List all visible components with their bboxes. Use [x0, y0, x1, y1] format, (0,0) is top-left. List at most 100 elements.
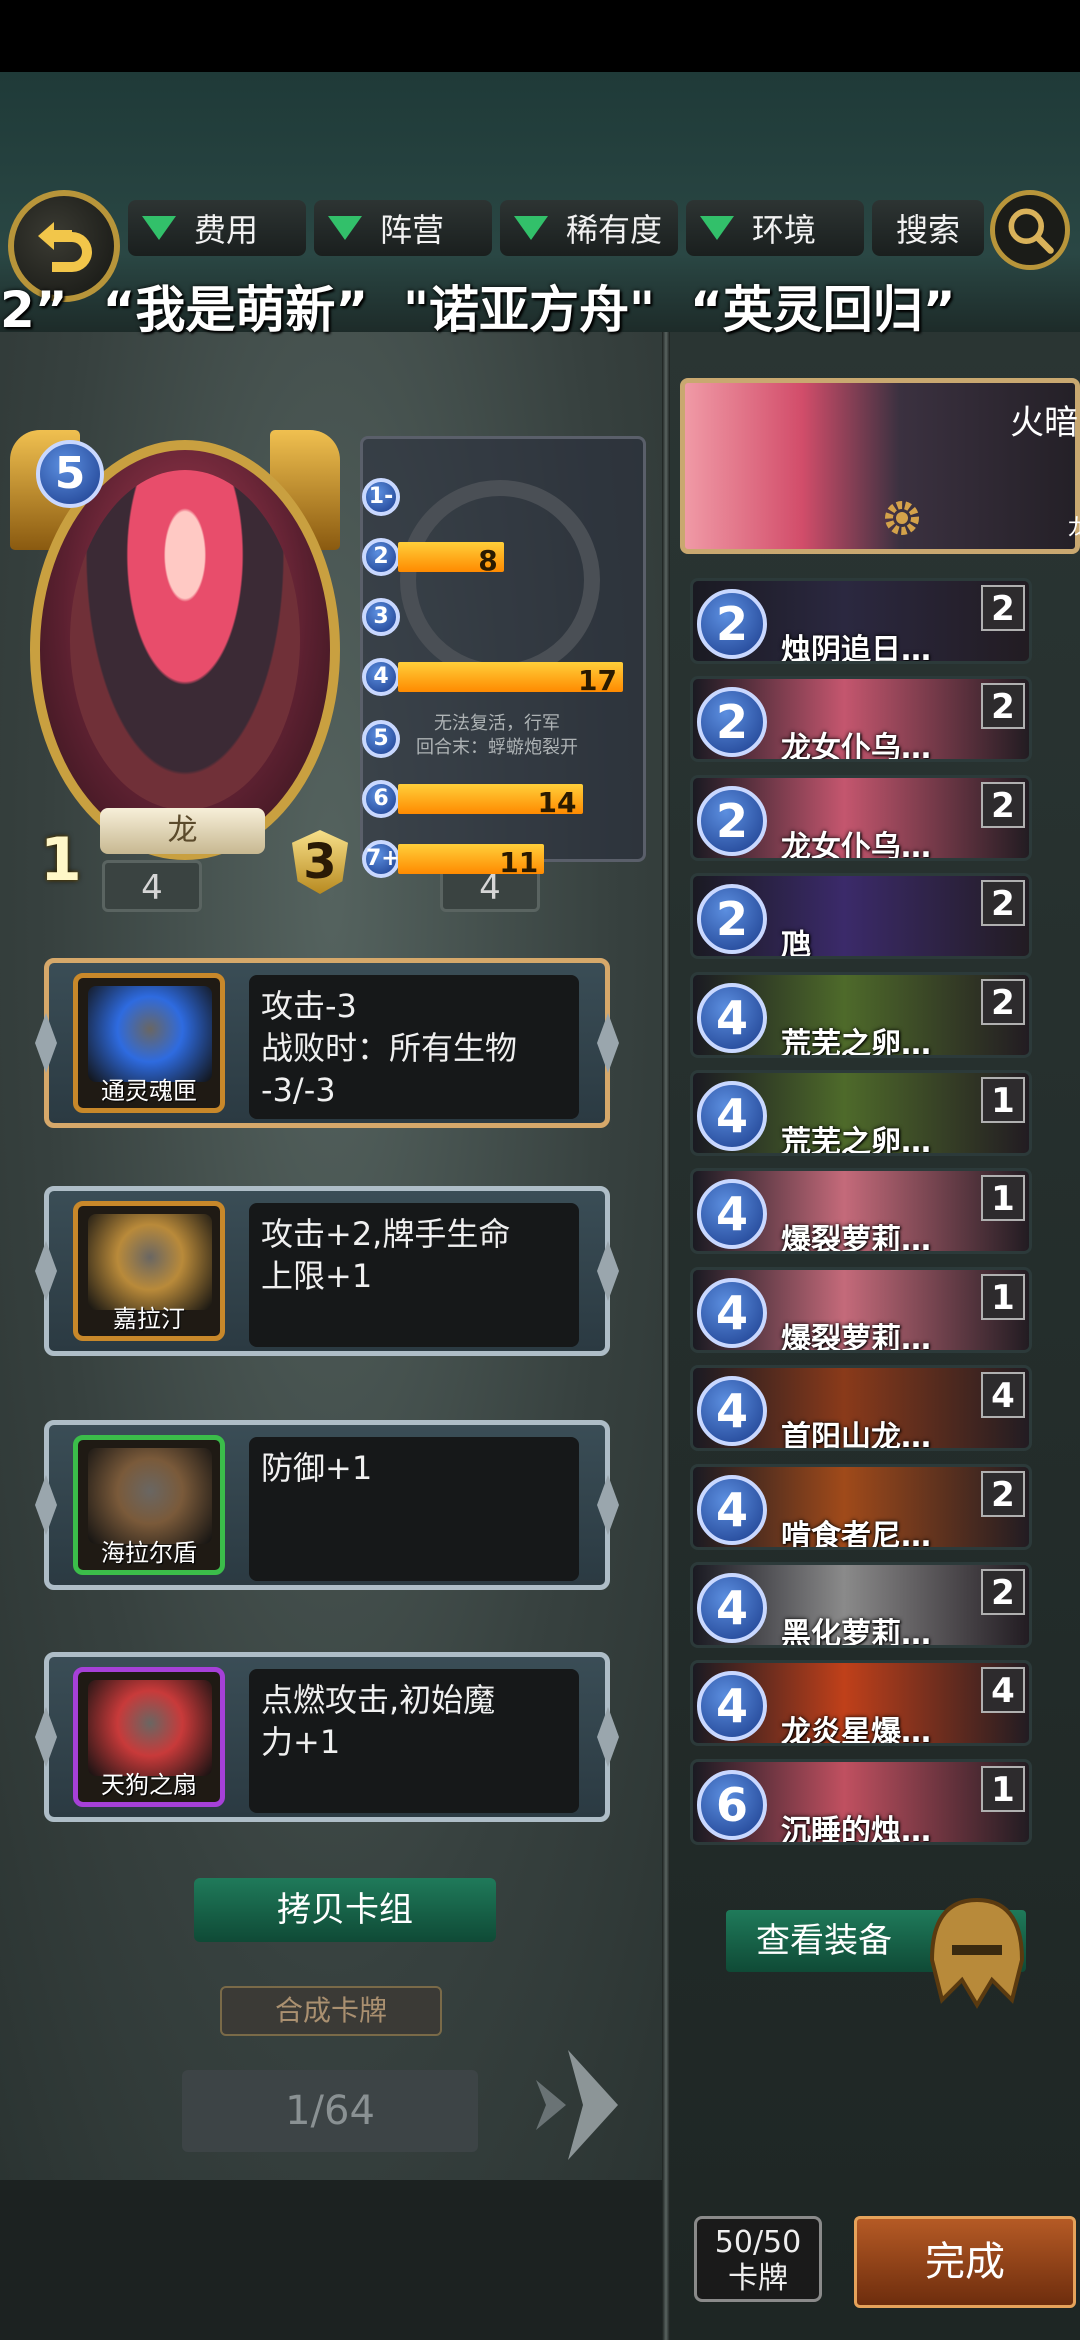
deck-card-row[interactable]: 4 爆裂萝莉… 1	[690, 1168, 1032, 1255]
bottom-bar	[0, 2180, 662, 2340]
mana-curve-row: 6 14	[362, 780, 637, 819]
card-quantity: 2	[981, 1470, 1025, 1517]
filter-environment[interactable]: 环境	[686, 200, 864, 256]
search-button[interactable]	[990, 190, 1070, 270]
mana-curve-row: 7+ 11	[362, 840, 637, 879]
card-cost-gem: 4	[697, 982, 767, 1053]
card-cost-gem: 4	[697, 1474, 767, 1545]
card-name: 爆裂萝莉…	[781, 1321, 931, 1353]
card-cost-gem: 4	[697, 1376, 767, 1447]
deck-card-list[interactable]: 2 烛阴追日… 2 2 龙女仆乌… 2 2 龙女仆乌… 2 2 虺 2 4 荒芜之卵… 2 4 荒芜之卵… 1 4 爆…	[690, 578, 1032, 1856]
card-cost-gem: 4	[697, 1573, 767, 1643]
card-quantity: 1	[981, 1077, 1025, 1123]
card-count-label: 卡牌	[728, 2261, 788, 2296]
card-quantity: 1	[981, 1765, 1025, 1812]
equipment-art	[88, 1448, 212, 1544]
done-button[interactable]: 完成	[854, 2216, 1076, 2308]
equipment-icon: 通灵魂匣	[73, 973, 225, 1113]
hero-faction-ribbon: 龙	[100, 808, 265, 854]
deck-card-row[interactable]: 2 龙女仆乌… 2	[690, 774, 1032, 861]
equipment-name: 海拉尔盾	[101, 1539, 197, 1567]
equipment-icon: 海拉尔盾	[73, 1435, 225, 1575]
curve-bar: 8	[398, 542, 504, 577]
equipment-description: 防御+1	[249, 1437, 579, 1581]
curve-cost-gem: 2	[362, 538, 400, 576]
slot-count: 4	[102, 860, 202, 912]
curve-cost-gem: 5	[362, 720, 400, 758]
card-name: 龙炎星爆…	[781, 1715, 931, 1747]
card-cost-gem: 4	[697, 1671, 767, 1742]
equipment-art	[88, 986, 212, 1082]
mana-curve-row: 4 17	[362, 658, 637, 697]
equipment-name: 通灵魂匣	[101, 1077, 197, 1105]
hero-portrait	[70, 470, 300, 810]
card-name: 啃食者尼…	[781, 1518, 931, 1550]
equipment-slot[interactable]: 天狗之扇 点燃攻击,初始魔 力+1	[35, 1652, 619, 1822]
card-cost-gem: 4	[697, 1277, 767, 1348]
mana-curve-row: 1-	[362, 478, 637, 516]
filter-label: 费用	[194, 211, 259, 249]
deck-card-row[interactable]: 4 荒芜之卵… 2	[690, 971, 1032, 1058]
curve-count: 8	[478, 544, 498, 577]
craft-card-button[interactable]: 合成卡牌	[220, 1986, 442, 2036]
card-cost-gem: 4	[697, 1081, 767, 1151]
deck-card-row[interactable]: 6 沉睡的烛… 1	[690, 1758, 1032, 1845]
deck-hero-name: 火暗	[1010, 403, 1078, 443]
card-name: 爆裂萝莉…	[781, 1223, 931, 1255]
equipment-description: 点燃攻击,初始魔 力+1	[249, 1669, 579, 1813]
deck-card-row[interactable]: 4 龙炎星爆… 4	[690, 1660, 1032, 1747]
curve-bar: 14	[398, 784, 583, 819]
card-count-badge: 50/50 卡牌	[694, 2216, 822, 2302]
deck-card-row[interactable]: 4 首阳山龙… 4	[690, 1365, 1032, 1452]
hero-attack: 1	[40, 825, 82, 895]
card-name: 沉睡的烛…	[781, 1813, 931, 1845]
deck-hero-faction: 龙	[1068, 516, 1080, 541]
back-arrow-icon	[38, 222, 92, 272]
card-quantity: 2	[981, 880, 1025, 927]
filter-label: 阵营	[380, 211, 445, 249]
card-count-value: 50/50	[714, 2225, 802, 2260]
card-quantity: 2	[981, 978, 1025, 1025]
dropdown-triangle-icon	[700, 216, 734, 240]
curve-bar: 11	[398, 844, 545, 879]
filter-faction[interactable]: 阵营	[314, 200, 492, 256]
search-field[interactable]: 搜索	[872, 200, 984, 256]
equipment-slot[interactable]: 嘉拉汀 攻击+2,牌手生命 上限+1	[35, 1186, 619, 1356]
mana-curve-row: 28	[362, 538, 637, 577]
deck-card-row[interactable]: 4 荒芜之卵… 1	[690, 1070, 1032, 1156]
card-quantity: 4	[981, 1667, 1025, 1714]
filter-rarity[interactable]: 稀有度	[500, 200, 678, 256]
curve-cost-gem: 3	[362, 598, 400, 636]
deck-card-row[interactable]: 2 龙女仆乌… 2	[690, 676, 1032, 763]
curve-cost-gem: 4	[362, 658, 400, 696]
deck-card-row[interactable]: 2 烛阴追日… 2	[690, 578, 1032, 664]
filter-label: 环境	[752, 211, 817, 249]
filter-label: 稀有度	[566, 211, 663, 249]
deck-card-row[interactable]: 4 啃食者尼… 2	[690, 1463, 1032, 1550]
equipment-slot[interactable]: 通灵魂匣 攻击-3 战败时：所有生物 -3/-3	[35, 958, 619, 1128]
equipment-art	[88, 1214, 212, 1310]
mana-curve-row: 3	[362, 598, 637, 636]
deck-card-row[interactable]: 4 黑化萝莉… 2	[690, 1562, 1032, 1648]
deck-card-row[interactable]: 4 爆裂萝莉… 1	[690, 1266, 1032, 1353]
copy-deck-button[interactable]: 拷贝卡组	[194, 1878, 496, 1942]
magnifier-icon	[1008, 208, 1054, 254]
filter-cost[interactable]: 费用	[128, 200, 306, 256]
card-cost-gem: 6	[697, 1769, 767, 1840]
dropdown-triangle-icon	[328, 216, 362, 240]
overlay-caption: 2” “我是萌新” "诺亚方舟" “英灵回归”	[0, 281, 956, 339]
dropdown-triangle-icon	[142, 216, 176, 240]
equipment-slot[interactable]: 海拉尔盾 防御+1	[35, 1420, 619, 1590]
helmet-icon	[929, 1897, 1025, 2009]
curve-count: 14	[537, 786, 577, 819]
curve-count: 11	[499, 846, 539, 879]
panel-divider	[662, 332, 670, 2340]
equipment-description: 攻击+2,牌手生命 上限+1	[249, 1203, 579, 1347]
card-name: 荒芜之卵…	[781, 1125, 931, 1156]
equipment-icon: 天狗之扇	[73, 1667, 225, 1807]
card-name: 龙女仆乌…	[781, 731, 931, 763]
status-bar	[0, 0, 1080, 72]
next-page-arrow-icon[interactable]	[528, 2050, 618, 2160]
card-quantity: 4	[981, 1372, 1025, 1419]
deck-card-row[interactable]: 2虺2	[690, 873, 1032, 960]
